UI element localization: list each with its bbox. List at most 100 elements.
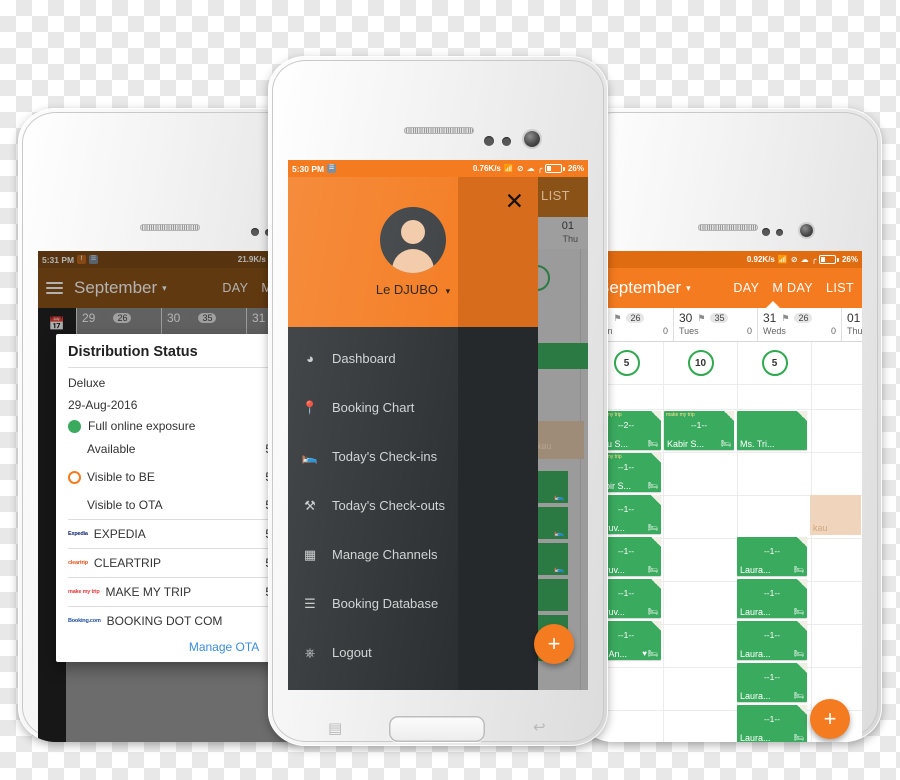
calendar-cell[interactable] bbox=[812, 385, 862, 409]
calendar-cell[interactable] bbox=[738, 496, 812, 538]
calendar-cell[interactable] bbox=[664, 496, 738, 538]
calendar-cell[interactable] bbox=[664, 711, 738, 742]
guest-name: Ms. Tri... bbox=[740, 439, 775, 449]
calendar-cell[interactable] bbox=[664, 539, 738, 581]
expedia-logo-icon: Expedia bbox=[68, 531, 88, 537]
calendar-cell[interactable] bbox=[664, 668, 738, 710]
left-earpiece-speaker bbox=[140, 224, 200, 231]
availability-cell[interactable] bbox=[812, 342, 862, 384]
booking-card[interactable]: --1-- Laura... 🛏 bbox=[737, 579, 807, 618]
proximity-sensor-icon bbox=[484, 136, 494, 146]
signal-icon: ╭ bbox=[537, 164, 543, 173]
bed-icon: 🛏 bbox=[647, 439, 658, 448]
guest-name: Kabir S... bbox=[667, 439, 705, 449]
booking-card[interactable]: --1-- Laura... 🛏 bbox=[737, 663, 807, 702]
add-booking-fab[interactable]: + bbox=[534, 624, 574, 664]
tab-list[interactable]: LIST bbox=[826, 281, 854, 295]
back-softkey-icon[interactable]: ↩ bbox=[533, 720, 546, 735]
booking-card[interactable]: --1-- Laura... 🛏 bbox=[737, 537, 807, 576]
calendar-cell[interactable] bbox=[738, 453, 812, 495]
day-number: 30 bbox=[679, 311, 693, 325]
bed-icon: 🛏 bbox=[647, 607, 658, 616]
exposure-label: Full online exposure bbox=[88, 419, 196, 433]
bookmark-icon: ⚑ bbox=[613, 312, 622, 323]
battery-percent: 26% bbox=[567, 164, 584, 173]
card-fold-corner-icon bbox=[797, 411, 807, 421]
menu-softkey-icon[interactable]: ▤ bbox=[328, 721, 342, 736]
availability-cell[interactable]: 10 bbox=[664, 342, 738, 384]
day-count-pill: 26 bbox=[794, 313, 813, 323]
calendar-cell[interactable] bbox=[664, 625, 738, 667]
mute-icon: ⊘ bbox=[790, 255, 798, 264]
booking-card[interactable]: Ms. Tri... bbox=[737, 411, 807, 450]
battery-icon bbox=[819, 254, 839, 265]
data-rate: 0.76K/s bbox=[472, 164, 501, 173]
calendar-cell[interactable] bbox=[664, 453, 738, 495]
calendar-cell[interactable] bbox=[664, 385, 738, 409]
booking-count: --1-- bbox=[690, 420, 708, 430]
bed-icon: 🛏 bbox=[647, 523, 658, 532]
calendar-cell[interactable] bbox=[812, 582, 862, 624]
light-sensor-icon bbox=[776, 229, 783, 236]
booking-card[interactable]: --1-- Laura... 🛏 bbox=[737, 705, 807, 742]
calendar-cell[interactable] bbox=[812, 539, 862, 581]
row-label: Visible to BE bbox=[68, 470, 155, 484]
signal-icon: ╭ bbox=[811, 255, 817, 264]
availability-cell[interactable]: 5 bbox=[738, 342, 812, 384]
center-behind-blocked-cell[interactable]: kau bbox=[534, 421, 584, 459]
tab-day[interactable]: DAY bbox=[733, 281, 759, 295]
center-home-button[interactable] bbox=[389, 716, 485, 742]
right-phone: ☰ 0.92K/s 📶 ⊘ ☁ ╭ 26% September▾ DAY M D… bbox=[576, 108, 882, 742]
day-header-row: 30 ⚑ 35 bbox=[679, 311, 752, 325]
right-phone-screen: ☰ 0.92K/s 📶 ⊘ ☁ ╭ 26% September▾ DAY M D… bbox=[590, 251, 862, 742]
proximity-sensor-icon bbox=[251, 228, 259, 236]
zero-count: 0 bbox=[746, 326, 752, 336]
day-count-pill: 26 bbox=[626, 313, 645, 323]
bed-icon: 🛏 bbox=[793, 607, 804, 616]
availability-row: 5 10 5 bbox=[590, 342, 862, 385]
status-time: 5:30 PM bbox=[292, 163, 325, 174]
add-booking-fab[interactable]: + bbox=[810, 699, 850, 739]
wifi-icon: ☁ bbox=[800, 255, 809, 264]
makemytrip-logo-icon: make my trip bbox=[68, 589, 100, 595]
guest-name: Laura... bbox=[740, 607, 771, 617]
status-right: 0.92K/s 📶 ⊘ ☁ ╭ 26% bbox=[746, 254, 858, 265]
chevron-down-icon: ▾ bbox=[686, 283, 691, 294]
front-camera-icon bbox=[800, 224, 813, 237]
availability-ring: 5 bbox=[761, 350, 788, 376]
notification-icon-1: ☰ bbox=[327, 164, 337, 173]
bluetooth-icon: 📶 bbox=[777, 255, 788, 264]
day-header-sub: Weds 0 bbox=[763, 326, 836, 336]
booking-count: --1-- bbox=[763, 672, 781, 682]
row-label: cleartrip CLEARTRIP bbox=[68, 556, 162, 570]
blocked-cell[interactable]: kau bbox=[810, 495, 861, 535]
day-header-cell[interactable]: 01 Thu bbox=[842, 308, 862, 341]
bookmark-icon: ⚑ bbox=[697, 312, 706, 323]
light-sensor-icon bbox=[502, 137, 511, 146]
right-month-label[interactable]: September ▾ bbox=[598, 278, 691, 298]
bookingcom-logo-icon: Booking.com bbox=[68, 618, 101, 624]
day-header-cell[interactable]: 30 ⚑ 35 Tues 0 bbox=[674, 308, 758, 341]
calendar-cell[interactable] bbox=[812, 625, 862, 667]
booking-card[interactable]: make my trip --1-- Kabir S... 🛏 bbox=[664, 411, 734, 450]
tab-m-day[interactable]: M DAY bbox=[772, 281, 813, 295]
weekday-label: Tues bbox=[679, 326, 699, 336]
availability-ring: 10 bbox=[687, 350, 714, 376]
bluetooth-icon: 📶 bbox=[503, 164, 514, 173]
booking-card[interactable]: --1-- Laura... 🛏 bbox=[737, 621, 807, 660]
day-header-cell[interactable]: 31 ⚑ 26 Weds 0 bbox=[758, 308, 842, 341]
calendar-cell[interactable] bbox=[812, 453, 862, 495]
calendar-cell[interactable] bbox=[738, 385, 812, 409]
manage-ota-link[interactable]: Manage OTA bbox=[189, 640, 259, 654]
calendar-cell[interactable] bbox=[664, 582, 738, 624]
status-right: 0.76K/s 📶 ⊘ ☁ ╭ 26% bbox=[472, 163, 584, 174]
bed-icon: 🛏 bbox=[647, 649, 658, 658]
booking-count: --1-- bbox=[763, 546, 781, 556]
center-behind-tab-list[interactable]: LIST bbox=[541, 188, 570, 203]
day-header-sub: Thu bbox=[847, 326, 862, 336]
day-header-row: 31 ⚑ 26 bbox=[763, 311, 836, 325]
center-behind-day-number: 01 bbox=[561, 220, 574, 232]
calendar-cell[interactable] bbox=[812, 410, 862, 452]
center-status-bar: 5:30 PM ☰ 0.76K/s 📶 ⊘ ☁ ╭ 26% bbox=[288, 160, 588, 177]
data-rate: 0.92K/s bbox=[746, 255, 775, 264]
